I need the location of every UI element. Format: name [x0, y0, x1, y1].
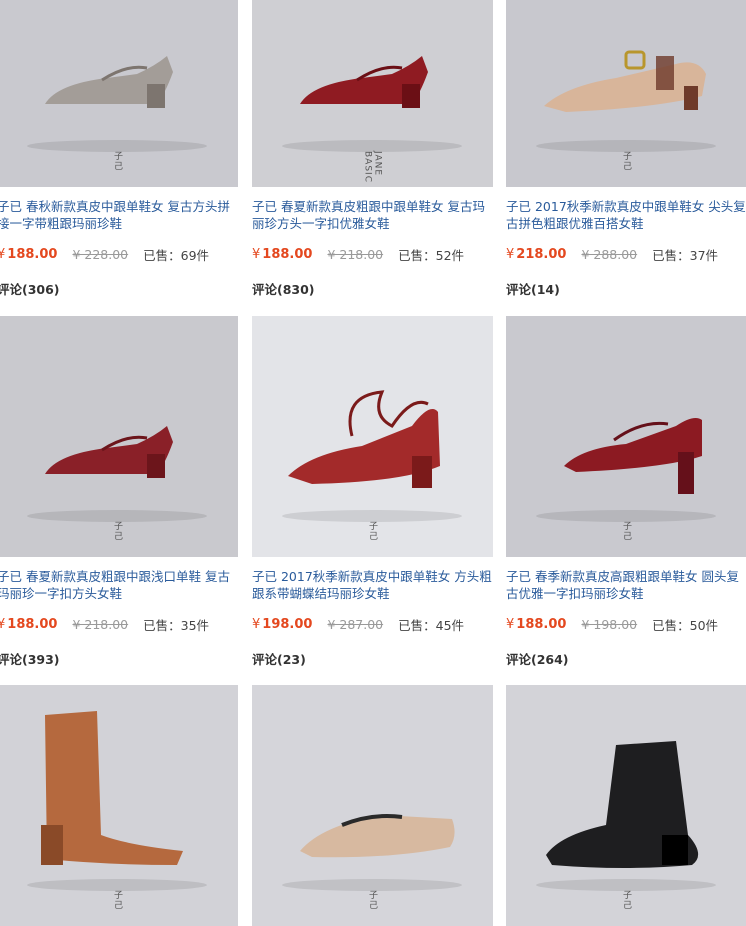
shoe-heel-shape — [147, 454, 165, 478]
brand-logo: 子己 — [621, 890, 631, 910]
original-price: ¥ 218.00 — [327, 246, 384, 262]
review-count[interactable]: 评论(306) — [0, 279, 238, 298]
brand-logo: 子己 — [367, 890, 377, 910]
product-image[interactable]: 子己 — [0, 316, 238, 557]
sold-count: 已售：45件 — [398, 617, 465, 633]
brand-logo: 子己 — [621, 521, 631, 541]
product-image[interactable]: 子己 — [252, 685, 493, 926]
review-count[interactable]: 评论(14) — [506, 279, 746, 298]
brand-logo: 子己 — [112, 521, 122, 541]
sold-count: 已售：35件 — [143, 617, 210, 633]
review-count[interactable]: 评论(393) — [0, 649, 238, 668]
review-count[interactable]: 评论(830) — [252, 279, 493, 298]
current-price: ¥188.00 — [0, 616, 58, 632]
shoe-heel-shape — [147, 84, 165, 108]
current-price: ¥188.00 — [0, 246, 58, 262]
sold-count: 已售：37件 — [652, 247, 719, 263]
product-image[interactable]: 子己 — [252, 316, 493, 557]
product-card[interactable]: 子己 — [506, 685, 746, 926]
product-title[interactable]: 子已 春秋新款真皮中跟单鞋女 复古方头拼接一字带粗跟玛丽珍鞋 — [0, 198, 238, 232]
product-card[interactable]: 子己 子已 春季新款真皮高跟粗跟单鞋女 圆头复古优雅一字扣玛丽珍女鞋 ¥188.… — [506, 316, 746, 668]
current-price: ¥198.00 — [252, 616, 313, 632]
brand-logo: 子己 — [112, 151, 122, 171]
product-image[interactable]: 子己 — [506, 316, 746, 557]
product-image[interactable]: JANE BASIC — [252, 0, 493, 187]
product-image[interactable]: 子己 — [0, 0, 238, 187]
brand-logo: JANE BASIC — [362, 151, 383, 183]
brand-logo: 子己 — [367, 521, 377, 541]
product-title[interactable]: 子已 2017秋季新款真皮中跟单鞋女 尖头复古拼色粗跟优雅百搭女鞋 — [506, 198, 746, 232]
product-image[interactable]: 子己 — [506, 685, 746, 926]
review-count[interactable]: 评论(264) — [506, 649, 746, 668]
sold-count: 已售：69件 — [143, 247, 210, 263]
product-card[interactable]: 子己 子已 2017秋季新款真皮中跟单鞋女 尖头复古拼色粗跟优雅百搭女鞋 ¥21… — [506, 0, 746, 298]
sold-count: 已售：50件 — [652, 617, 719, 633]
original-price: ¥ 287.00 — [327, 616, 384, 632]
original-price: ¥ 198.00 — [581, 616, 638, 632]
product-card[interactable]: 子己 子已 2017秋季新款真皮中跟单鞋女 方头粗跟系带蝴蝶结玛丽珍女鞋 ¥19… — [252, 316, 493, 668]
current-price: ¥218.00 — [506, 246, 567, 262]
price-line: ¥188.00 ¥ 218.00 已售：52件 — [252, 245, 493, 263]
product-card[interactable]: 子己 — [0, 685, 238, 926]
review-count[interactable]: 评论(23) — [252, 649, 493, 668]
product-title[interactable]: 子已 2017秋季新款真皮中跟单鞋女 方头粗跟系带蝴蝶结玛丽珍女鞋 — [252, 568, 493, 602]
product-image[interactable]: 子己 — [0, 685, 238, 926]
price-line: ¥188.00 ¥ 228.00 已售：69件 — [0, 245, 238, 263]
price-line: ¥188.00 ¥ 198.00 已售：50件 — [506, 615, 746, 633]
price-line: ¥218.00 ¥ 288.00 已售：37件 — [506, 245, 746, 263]
brand-logo: 子己 — [112, 890, 122, 910]
product-card[interactable]: JANE BASIC 子已 春夏新款真皮粗跟中跟单鞋女 复古玛丽珍方头一字扣优雅… — [252, 0, 493, 298]
current-price: ¥188.00 — [252, 246, 313, 262]
original-price: ¥ 228.00 — [72, 246, 129, 262]
original-price: ¥ 218.00 — [72, 616, 129, 632]
product-title[interactable]: 子已 春季新款真皮高跟粗跟单鞋女 圆头复古优雅一字扣玛丽珍女鞋 — [506, 568, 746, 602]
price-line: ¥198.00 ¥ 287.00 已售：45件 — [252, 615, 493, 633]
shoe-heel-shape — [402, 84, 420, 108]
product-image[interactable]: 子己 — [506, 0, 746, 187]
product-card[interactable]: 子己 子已 春秋新款真皮中跟单鞋女 复古方头拼接一字带粗跟玛丽珍鞋 ¥188.0… — [0, 0, 238, 298]
price-line: ¥188.00 ¥ 218.00 已售：35件 — [0, 615, 238, 633]
brand-logo: 子己 — [621, 151, 631, 171]
current-price: ¥188.00 — [506, 616, 567, 632]
original-price: ¥ 288.00 — [581, 246, 638, 262]
product-card[interactable]: 子己 子已 春夏新款真皮粗跟中跟浅口单鞋 复古玛丽珍一字扣方头女鞋 ¥188.0… — [0, 316, 238, 668]
sold-count: 已售：52件 — [398, 247, 465, 263]
product-card[interactable]: 子己 — [252, 685, 493, 926]
product-title[interactable]: 子已 春夏新款真皮粗跟中跟单鞋女 复古玛丽珍方头一字扣优雅女鞋 — [252, 198, 493, 232]
product-title[interactable]: 子已 春夏新款真皮粗跟中跟浅口单鞋 复古玛丽珍一字扣方头女鞋 — [0, 568, 238, 602]
